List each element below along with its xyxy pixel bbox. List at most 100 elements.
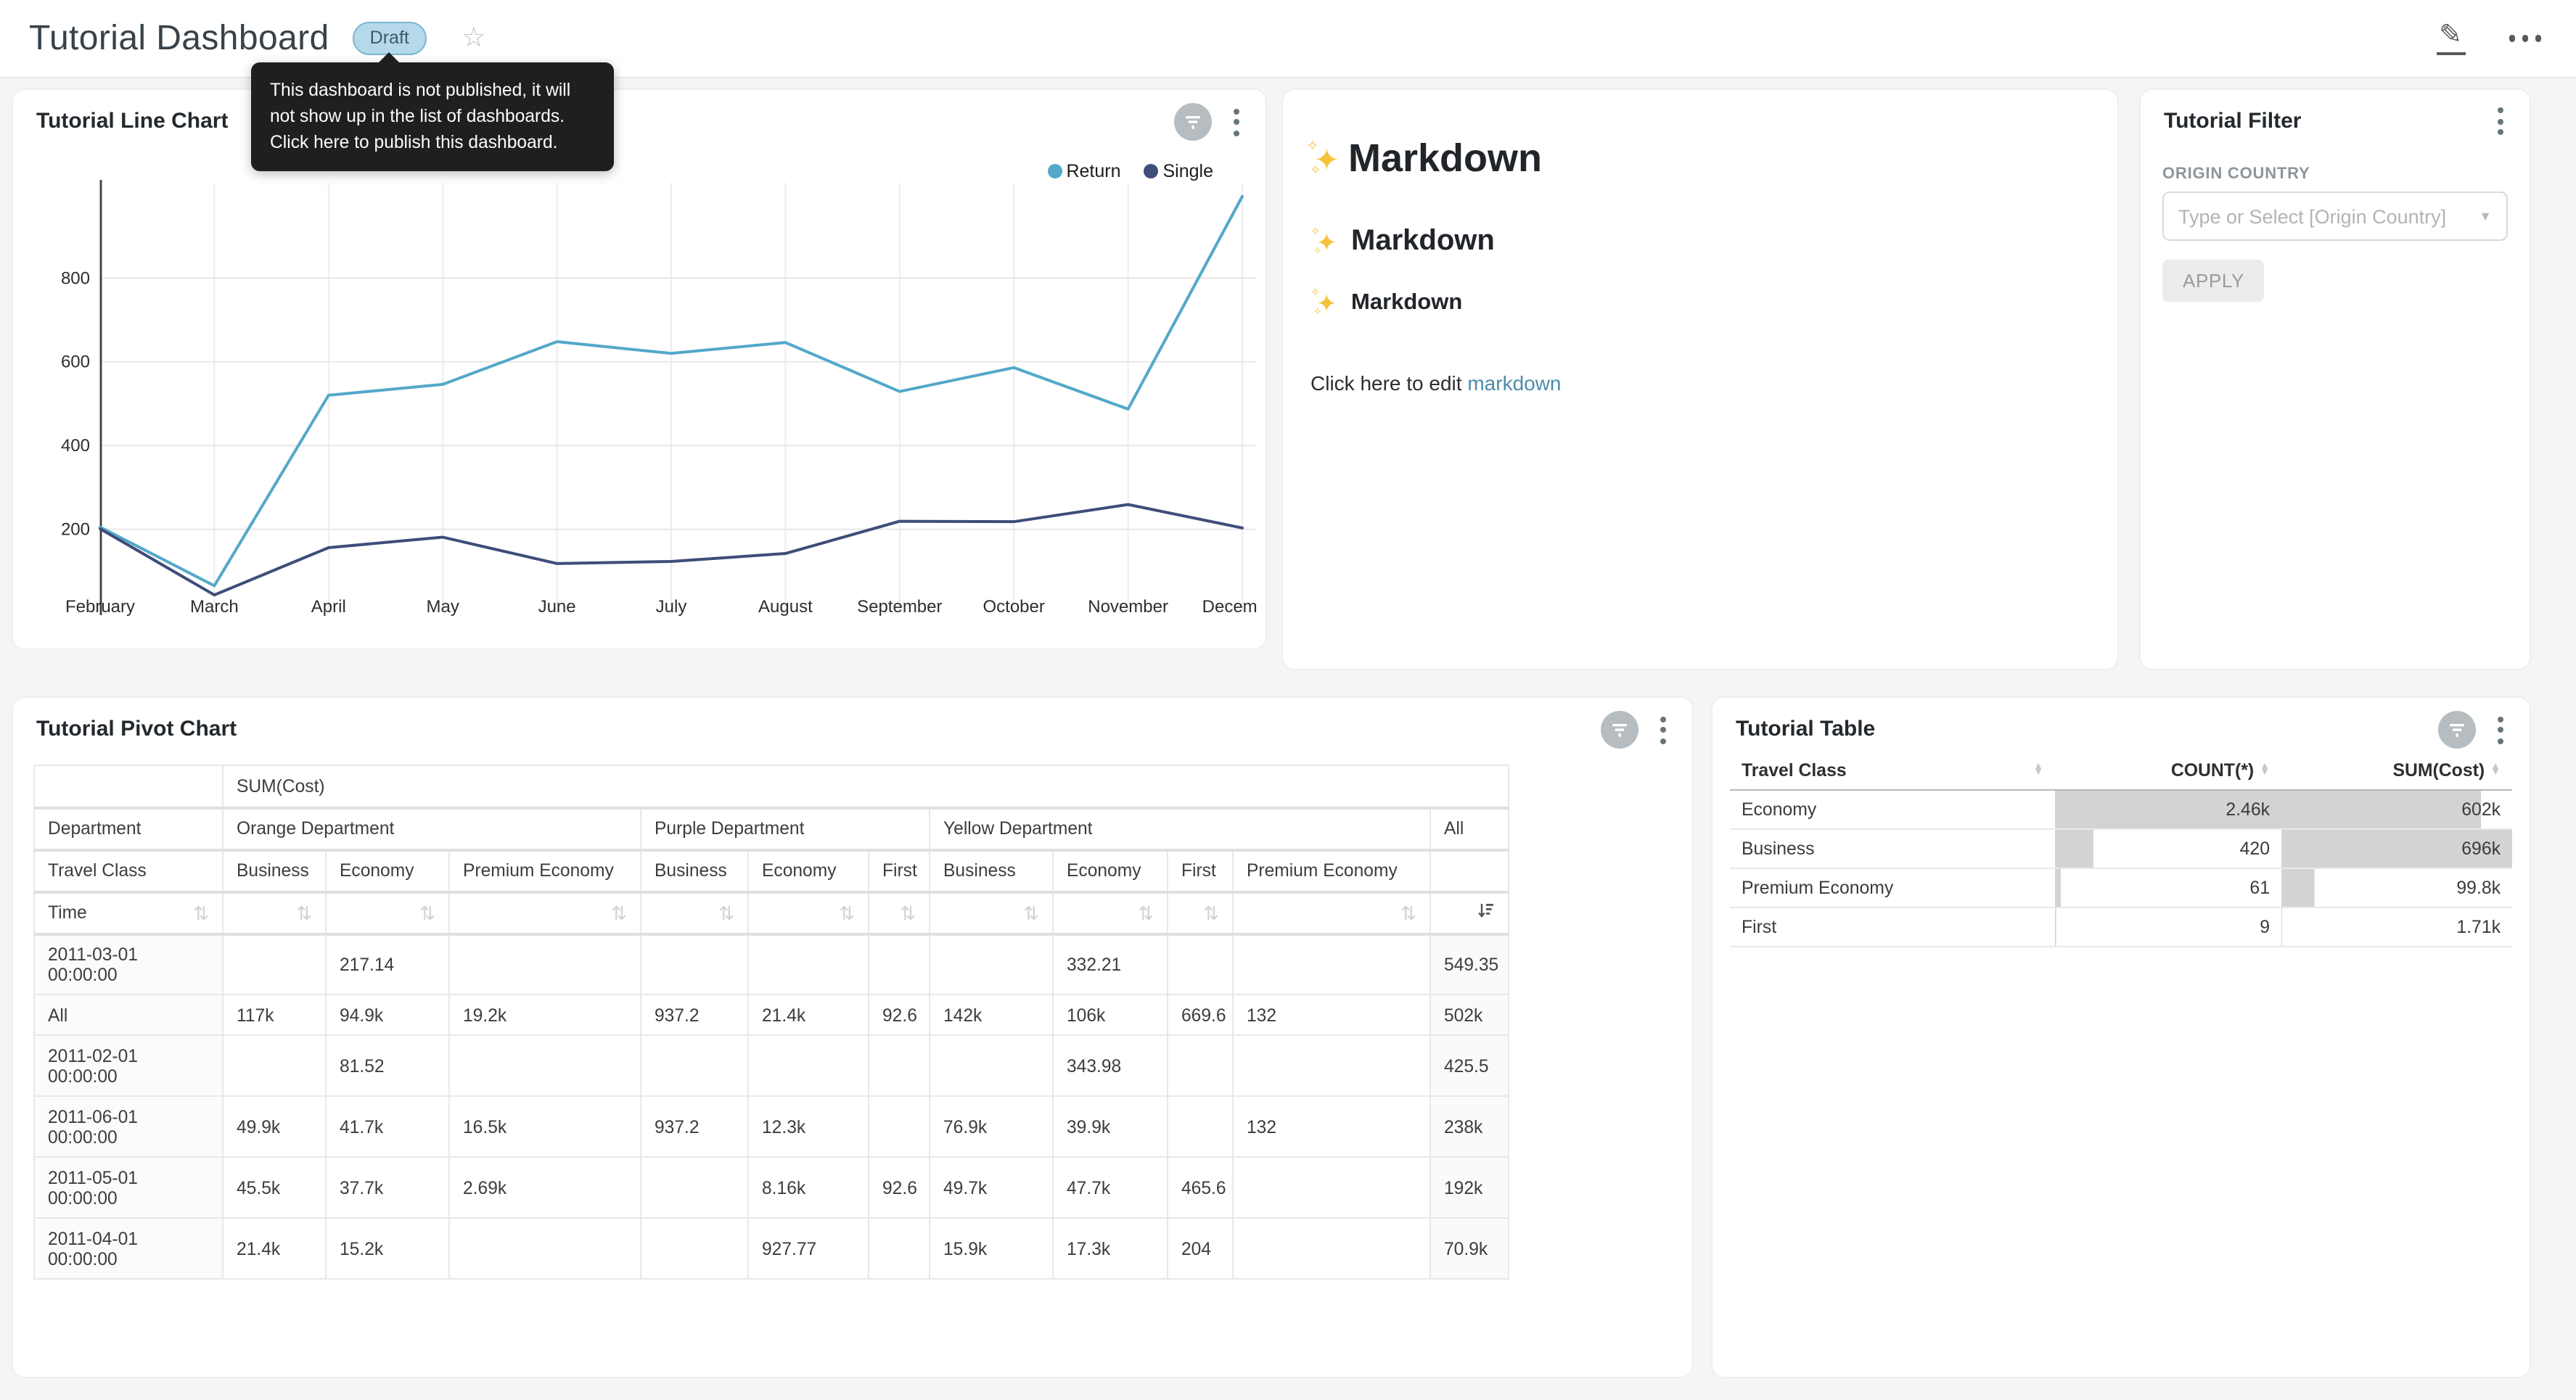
edit-pencil-icon[interactable]: ✎ [2436,21,2465,56]
pivot-metric-header: SUM(Cost) [223,765,1509,807]
pivot-sort-cell[interactable]: ⇅ [1168,892,1233,934]
filter-card: Tutorial Filter ORIGIN COUNTRY Type or S… [2141,90,2530,669]
filter-scope-icon[interactable] [1174,103,1212,141]
origin-country-select[interactable]: Type or Select [Origin Country] ▼ [2162,192,2508,241]
pivot-cell: 19.2k [449,995,641,1035]
svg-text:600: 600 [61,353,90,372]
pivot-class-header [1430,849,1509,892]
publish-tooltip[interactable]: This dashboard is not published, it will… [251,62,614,170]
pivot-sort-cell[interactable]: ⇅ [869,892,930,934]
draft-badge[interactable]: Draft [353,22,427,55]
chevron-down-icon: ▼ [2479,209,2492,223]
pivot-row: 2011-05-01 00:00:0045.5k37.7k2.69k8.16k9… [34,1157,1509,1218]
sort-icon[interactable]: ⇅ [718,903,734,922]
sort-icon[interactable]: ⇅ [1138,903,1154,922]
pivot-row: 2011-02-01 00:00:0081.52343.98425.5 [34,1035,1509,1096]
table-column-header[interactable]: Travel Class▲▼ [1730,752,2055,790]
table-title: Tutorial Table [1736,717,1875,741]
pivot-cell [930,934,1053,995]
pivot-cell: 669.6 [1168,995,1233,1035]
pivot-cell: 49.9k [223,1096,326,1157]
pivot-cell [869,1035,930,1096]
pivot-sort-cell[interactable] [1430,892,1509,934]
pivot-class-header: Premium Economy [1233,849,1430,892]
sparkles-icon: ✦✧✧ [1307,139,1347,179]
pivot-cell: 41.7k [326,1096,449,1157]
pivot-cell: 132 [1233,1096,1430,1157]
dashboard-page: Tutorial Dashboard Draft ☆ ✎ This dashbo… [0,0,2576,1400]
pivot-cell: 21.4k [223,1218,326,1279]
pivot-cell: 15.9k [930,1218,1053,1279]
pivot-cell [869,1218,930,1279]
pivot-sort-cell[interactable]: ⇅ [1233,892,1430,934]
svg-text:August: August [758,597,813,617]
sort-icon[interactable]: ⇅ [1400,903,1416,922]
apply-button[interactable]: APPLY [2162,260,2265,302]
pivot-cell: 238k [1430,1096,1509,1157]
chart-kebab-icon[interactable] [2493,712,2508,748]
pivot-sort-cell[interactable]: ⇅ [641,892,748,934]
markdown-edit-link[interactable]: markdown [1467,371,1561,395]
table-row[interactable]: Business420696k [1730,829,2512,868]
sort-icon[interactable]: ⇅ [1203,903,1219,922]
pivot-cell: 37.7k [326,1157,449,1218]
sort-icon[interactable]: ⇅ [296,903,312,922]
sort-icon[interactable]: ⇅ [193,903,209,922]
pivot-sort-cell[interactable]: ⇅ [930,892,1053,934]
filter-actions [2493,103,2508,139]
sort-icon[interactable]: ⇅ [839,903,855,922]
sort-desc-icon[interactable] [1477,902,1495,923]
markdown-h3: ✦✧✧ Markdown [1310,287,2094,319]
header-actions: ✎ [2436,21,2547,56]
line-chart-title: Tutorial Line Chart [36,109,228,133]
svg-text:May: May [427,597,459,617]
pivot-row-label: 2011-06-01 00:00:00 [34,1096,223,1157]
svg-text:October: October [983,597,1045,617]
pivot-table: SUM(Cost)DepartmentOrange DepartmentPurp… [33,765,1509,1280]
pivot-sort-cell[interactable]: ⇅ [223,892,326,934]
pivot-cell: 76.9k [930,1096,1053,1157]
sort-icon[interactable]: ⇅ [1023,903,1039,922]
origin-country-label: ORIGIN COUNTRY [2162,165,2310,183]
filter-kebab-icon[interactable] [2493,103,2508,139]
filter-scope-icon[interactable] [1601,711,1638,749]
more-menu-icon[interactable] [2503,29,2547,47]
table-row[interactable]: Economy2.46k602k [1730,790,2512,829]
pivot-cell: 12.3k [748,1096,869,1157]
pivot-cell: 94.9k [326,995,449,1035]
pivot-row: 2011-04-01 00:00:0021.4k15.2k927.7715.9k… [34,1218,1509,1279]
sorter-icon[interactable]: ▲▼ [2033,764,2043,776]
pivot-group-header: Purple Department [641,807,930,849]
pivot-cell [1168,1035,1233,1096]
pivot-actions [1601,711,1670,749]
pivot-time-header[interactable]: Time⇅ [34,892,223,934]
pivot-sort-cell[interactable]: ⇅ [326,892,449,934]
pivot-cell [449,1218,641,1279]
pivot-sort-cell[interactable]: ⇅ [748,892,869,934]
sort-icon[interactable]: ⇅ [611,903,627,922]
travel-class-cell: First [1730,907,2055,947]
line-chart-actions [1174,103,1244,141]
line-chart-card: Tutorial Line Chart ReturnSingle 2004006… [13,90,1266,648]
sorter-icon[interactable]: ▲▼ [2260,764,2270,776]
table-column-header[interactable]: COUNT(*)▲▼ [2055,752,2281,790]
pivot-cell [869,1096,930,1157]
filter-title: Tutorial Filter [2164,109,2301,133]
table-row[interactable]: Premium Economy6199.8k [1730,868,2512,907]
sum-cell: 1.71k [2281,907,2512,947]
sort-icon[interactable]: ⇅ [900,903,916,922]
pivot-group-header: Yellow Department [930,807,1430,849]
pivot-sort-cell[interactable]: ⇅ [1053,892,1168,934]
pivot-sort-cell[interactable]: ⇅ [449,892,641,934]
sort-icon[interactable]: ⇅ [419,903,435,922]
filter-scope-icon[interactable] [2438,711,2476,749]
favorite-star-icon[interactable]: ☆ [462,25,486,52]
sorter-icon[interactable]: ▲▼ [2490,764,2501,776]
pivot-cell: 2.69k [449,1157,641,1218]
pivot-cell [641,1218,748,1279]
chart-kebab-icon[interactable] [1229,104,1244,140]
table-row[interactable]: First91.71k [1730,907,2512,947]
table-column-header[interactable]: SUM(Cost)▲▼ [2281,752,2512,790]
pivot-cell: 937.2 [641,995,748,1035]
chart-kebab-icon[interactable] [1656,712,1670,748]
